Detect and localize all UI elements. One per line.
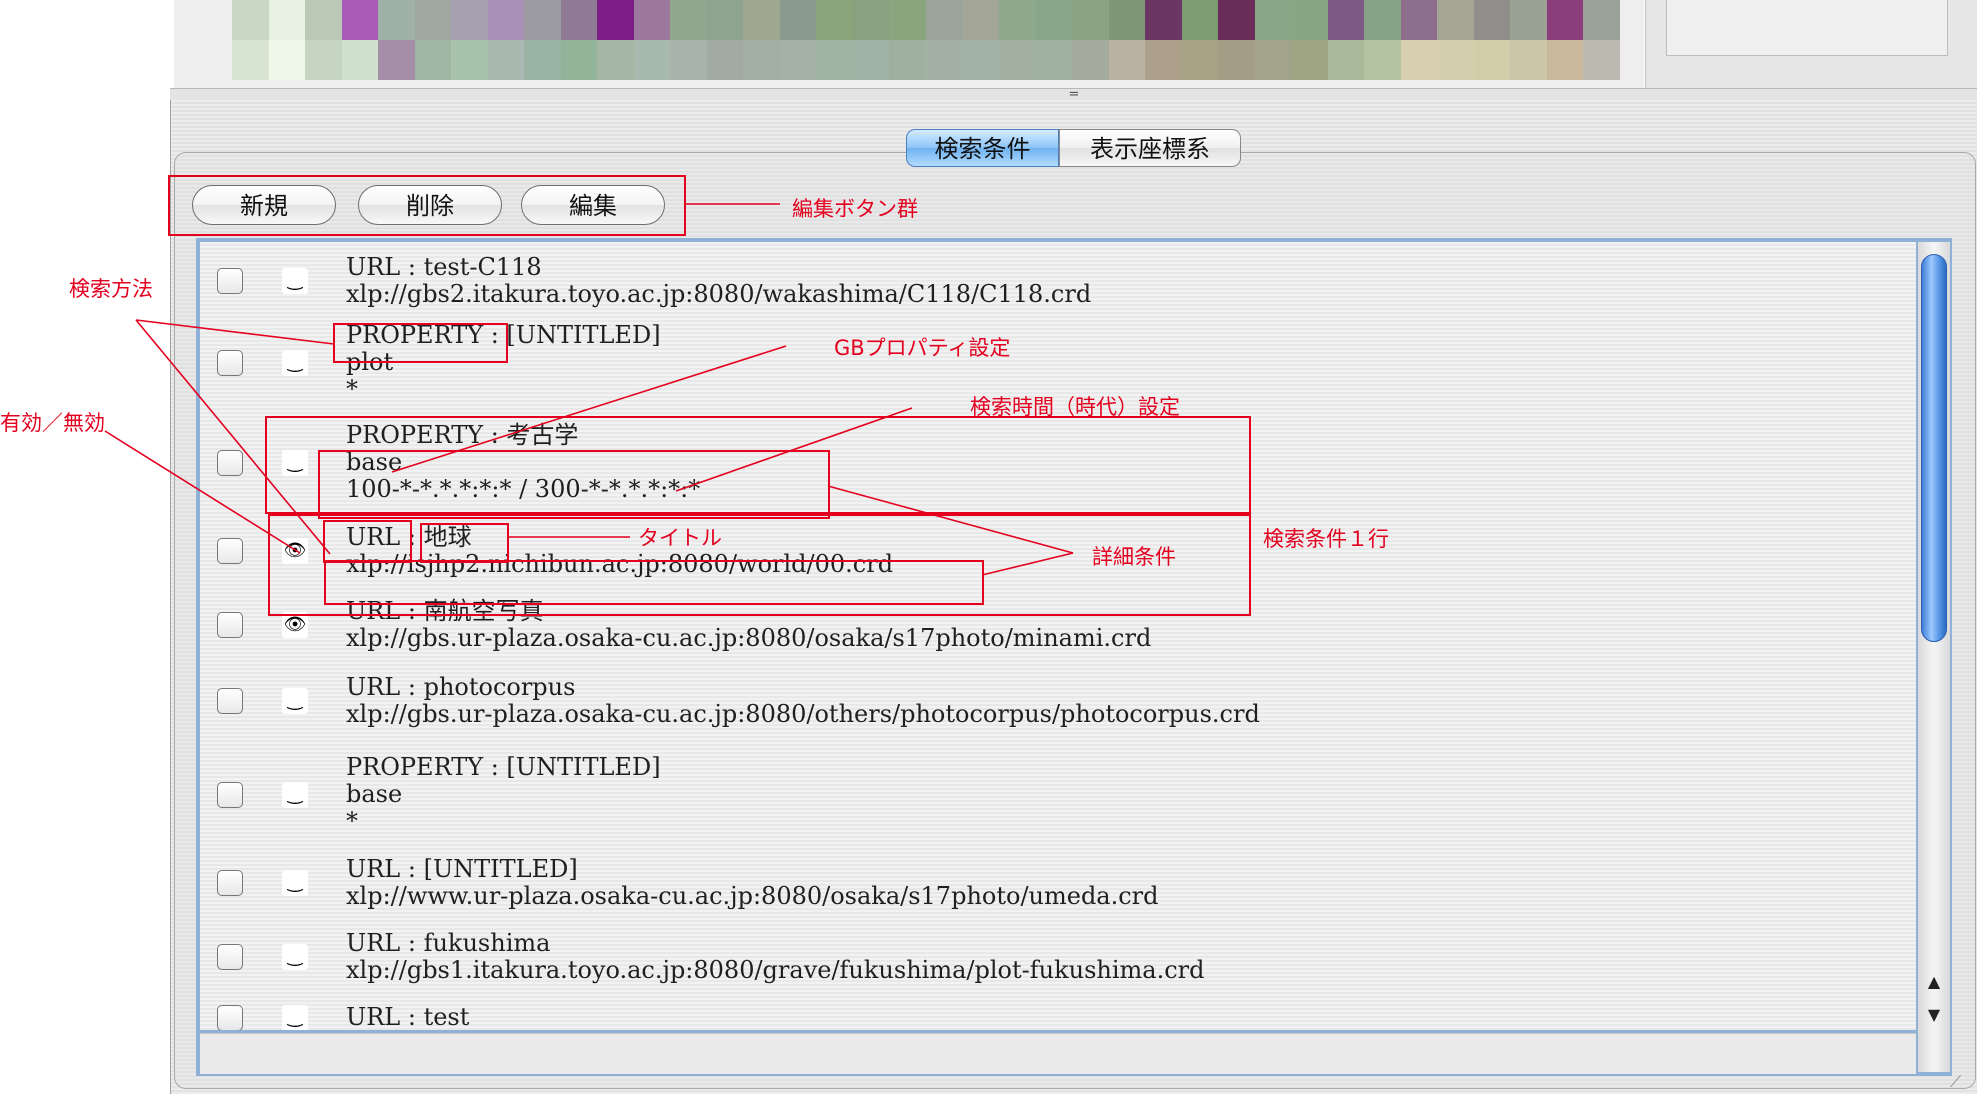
edit-buttons-highlight	[168, 175, 686, 236]
method-url-highlight	[323, 520, 412, 563]
annotation-detail: 詳細条件	[1092, 545, 1176, 569]
search-time-highlight	[318, 450, 830, 519]
annotation-edit-buttons: 編集ボタン群	[792, 197, 918, 221]
search-method-highlight	[333, 323, 508, 363]
annotation-gb-property: GBプロパティ設定	[834, 336, 1011, 360]
annotation-title: タイトル	[638, 526, 722, 550]
title-highlight	[420, 523, 509, 563]
annotation-search-method: 検索方法	[69, 277, 153, 301]
annotation-search-time: 検索時間（時代）設定	[970, 395, 1180, 419]
detail-highlight	[324, 560, 984, 605]
annotation-one-row: 検索条件１行	[1263, 527, 1389, 551]
annotation-enable-disable: 有効／無効	[0, 411, 105, 435]
